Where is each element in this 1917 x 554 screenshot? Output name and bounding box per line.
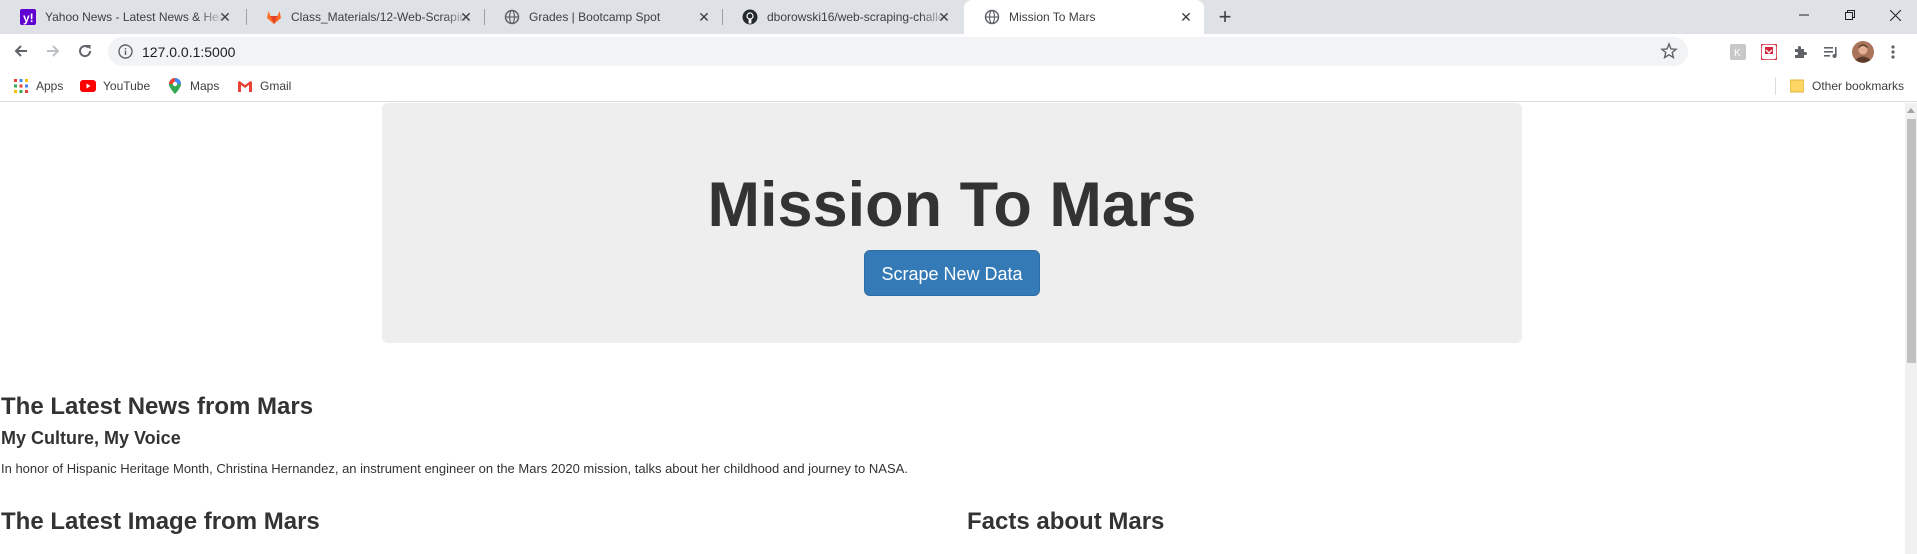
media-control-icon[interactable]	[1822, 43, 1840, 61]
new-tab-button[interactable]: +	[1213, 6, 1237, 30]
bookmark-star-icon[interactable]	[1660, 42, 1678, 60]
youtube-icon	[80, 78, 96, 94]
globe-icon	[984, 9, 1000, 25]
pocket-extension-icon[interactable]	[1760, 43, 1778, 61]
close-icon[interactable]: ✕	[696, 9, 712, 25]
arrow-right-icon	[47, 45, 60, 57]
page-title: Mission To Mars	[707, 170, 1197, 240]
extension-icon[interactable]: K	[1729, 43, 1747, 61]
bookmark-label: Apps	[36, 79, 64, 93]
minimize-button[interactable]	[1781, 0, 1827, 30]
bookmark-youtube[interactable]: YouTube	[80, 77, 150, 95]
url-text: 127.0.0.1:5000	[142, 44, 236, 60]
scrollbar-thumb[interactable]	[1907, 119, 1916, 363]
reload-icon	[79, 45, 92, 58]
globe-icon	[504, 9, 520, 25]
svg-text:y!: y!	[23, 11, 34, 25]
page-viewport: Mission To Mars Scrape New Data The Late…	[0, 103, 1905, 554]
folder-icon	[1789, 78, 1805, 94]
tab-title: dborowski16/web-scraping-challenge	[767, 10, 947, 24]
restore-button[interactable]	[1827, 0, 1873, 30]
github-icon	[742, 9, 758, 25]
tab-yahoo-news[interactable]: y! Yahoo News - Latest News & Headlines …	[0, 0, 243, 34]
svg-text:K: K	[1734, 48, 1741, 59]
menu-kebab-icon[interactable]	[1884, 43, 1902, 61]
back-button[interactable]	[7, 37, 35, 65]
scrape-new-data-button[interactable]: Scrape New Data	[864, 250, 1040, 296]
tab-strip: y! Yahoo News - Latest News & Headlines …	[0, 0, 1917, 34]
tab-title: Yahoo News - Latest News & Headlines	[45, 10, 225, 24]
tab-title: Class_Materials/12-Web-Scraping-and-Docu…	[291, 10, 471, 24]
tab-class-materials[interactable]: Class_Materials/12-Web-Scraping-and-Docu…	[246, 0, 484, 34]
news-title: My Culture, My Voice	[1, 428, 181, 448]
bookmark-label: Gmail	[260, 79, 292, 93]
yahoo-icon: y!	[20, 9, 36, 25]
other-bookmarks[interactable]: Other bookmarks	[1789, 77, 1904, 95]
browser-toolbar: 127.0.0.1:5000 K	[0, 34, 1917, 70]
close-window-button[interactable]	[1872, 0, 1917, 30]
bookmarks-divider	[1775, 77, 1776, 95]
close-icon[interactable]: ✕	[1178, 9, 1194, 25]
tab-title: Mission To Mars	[1009, 10, 1096, 24]
bookmark-maps[interactable]: Maps	[167, 77, 219, 95]
bookmark-label: Other bookmarks	[1812, 79, 1905, 93]
info-icon	[118, 44, 133, 59]
profile-avatar[interactable]	[1852, 41, 1874, 63]
arrow-left-icon	[14, 45, 27, 57]
tab-grades[interactable]: Grades | Bootcamp Spot ✕	[484, 0, 722, 34]
bookmark-apps[interactable]: Apps	[13, 77, 63, 95]
image-heading: The Latest Image from Mars	[1, 508, 320, 535]
bookmark-gmail[interactable]: Gmail	[237, 77, 291, 95]
bookmark-label: YouTube	[103, 79, 151, 93]
close-icon[interactable]: ✕	[936, 9, 952, 25]
address-bar[interactable]: 127.0.0.1:5000	[108, 37, 1688, 66]
gmail-icon	[237, 78, 253, 94]
close-icon[interactable]: ✕	[458, 9, 474, 25]
bookmarks-bar: Apps YouTube Maps Gmail Other bookmarks	[0, 70, 1917, 102]
tab-title: Grades | Bootcamp Spot	[529, 10, 661, 24]
news-paragraph: In honor of Hispanic Heritage Month, Chr…	[1, 461, 908, 476]
tab-mission-to-mars[interactable]: Mission To Mars ✕	[964, 0, 1204, 34]
reload-button[interactable]	[71, 37, 99, 65]
bookmark-label: Maps	[190, 79, 220, 93]
close-icon[interactable]: ✕	[217, 9, 233, 25]
vertical-scrollbar[interactable]	[1905, 103, 1917, 554]
puzzle-icon[interactable]	[1791, 43, 1809, 61]
news-heading: The Latest News from Mars	[1, 393, 314, 420]
jumbotron: Mission To Mars Scrape New Data	[382, 103, 1522, 343]
apps-grid-icon	[13, 78, 29, 94]
facts-heading: Facts about Mars	[967, 508, 1165, 535]
tab-github[interactable]: dborowski16/web-scraping-challenge ✕	[722, 0, 962, 34]
maps-pin-icon	[167, 78, 183, 94]
scroll-up-arrow-icon[interactable]	[1905, 103, 1917, 117]
forward-button[interactable]	[39, 37, 67, 65]
gitlab-icon	[266, 9, 282, 25]
